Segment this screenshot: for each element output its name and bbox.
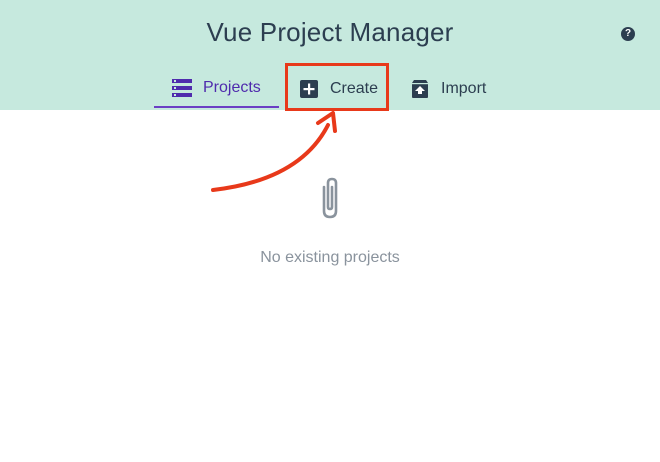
tab-import[interactable]: Import [410, 70, 510, 108]
header: Vue Project Manager ? Projects Create Im… [0, 0, 660, 110]
unarchive-icon [412, 80, 428, 98]
tab-projects[interactable]: Projects [154, 70, 279, 108]
project-manager-page: Vue Project Manager ? Projects Create Im… [0, 0, 660, 462]
tab-create-label: Create [330, 80, 379, 97]
tab-import-label: Import [441, 80, 487, 97]
empty-state [0, 175, 660, 226]
empty-state-message: No existing projects [260, 249, 400, 266]
help-button[interactable]: ? [621, 27, 635, 41]
app-title: Vue Project Manager [206, 17, 454, 47]
tab-create[interactable]: Create [299, 70, 389, 108]
paperclip-icon [322, 177, 338, 219]
list-icon [172, 79, 192, 97]
plus-box-icon [300, 80, 318, 98]
tab-projects-label: Projects [203, 79, 261, 96]
